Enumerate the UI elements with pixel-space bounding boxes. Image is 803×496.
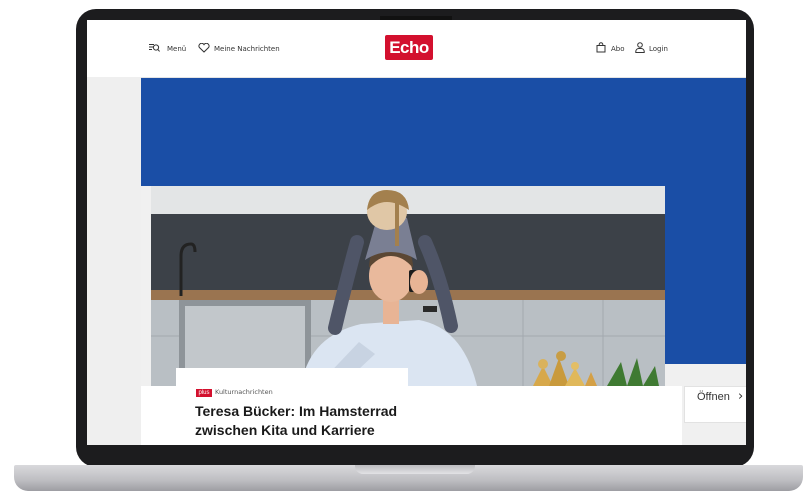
login-button[interactable]: Login — [649, 45, 668, 53]
left-margin — [87, 77, 141, 445]
laptop-hinge-groove — [355, 465, 475, 474]
kitchen-father-child-photo — [151, 186, 665, 386]
shopping-bag-icon[interactable] — [596, 42, 606, 53]
headline-line-2[interactable]: zwischen Kita und Karriere — [195, 421, 415, 440]
article-category[interactable]: Kulturnachrichten — [215, 388, 273, 396]
plus-badge: plus — [196, 389, 212, 397]
article-image[interactable] — [151, 186, 665, 386]
ad-banner-side[interactable] — [665, 186, 746, 364]
chevron-right-icon[interactable]: › — [738, 389, 743, 404]
screen: Menü Meine Nachrichten Echo Abo Login pl… — [87, 20, 746, 445]
open-button-label[interactable]: Öffnen — [697, 391, 730, 403]
ad-banner[interactable] — [141, 78, 746, 186]
headline-line-1[interactable]: Teresa Bücker: Im Hamsterrad — [195, 402, 415, 421]
user-icon[interactable] — [635, 42, 645, 53]
site-logo[interactable]: Echo — [385, 35, 433, 60]
site-header: Menü Meine Nachrichten Echo Abo Login — [87, 20, 746, 78]
subscription-button[interactable]: Abo — [611, 45, 625, 53]
menu-search-icon[interactable] — [149, 43, 160, 53]
heart-icon[interactable] — [198, 43, 210, 53]
article-headline[interactable]: Teresa Bücker: Im Hamsterrad zwischen Ki… — [195, 402, 415, 440]
my-news-button[interactable]: Meine Nachrichten — [214, 45, 280, 53]
menu-button[interactable]: Menü — [167, 45, 186, 53]
